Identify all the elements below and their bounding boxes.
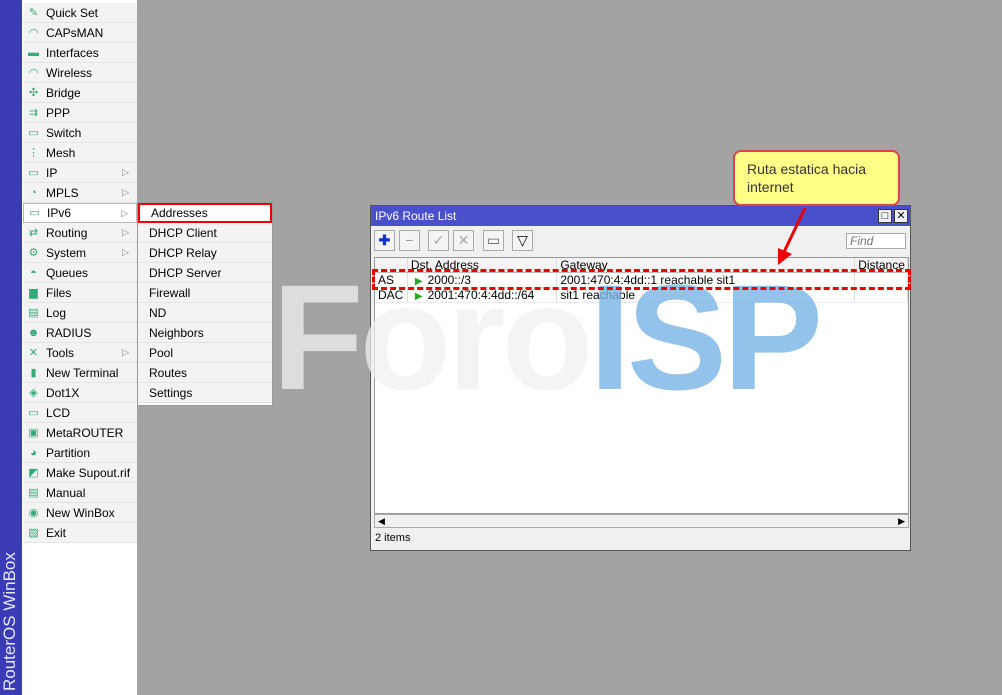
annotation-arrow [778,207,807,265]
